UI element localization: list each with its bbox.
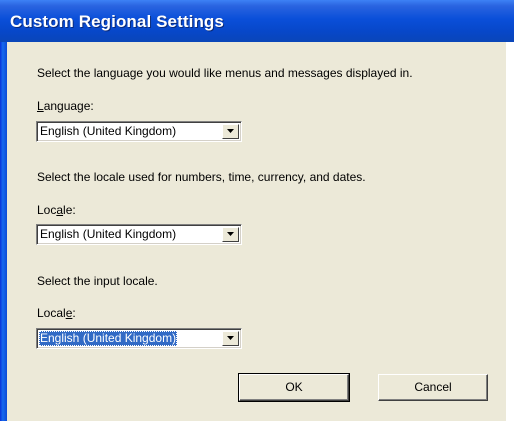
custom-regional-settings-dialog: Custom Regional Settings Select the lang… xyxy=(0,0,514,421)
locale-dropdown-value: English (United Kingdom) xyxy=(40,227,177,241)
locale-dropdown-button[interactable] xyxy=(222,227,239,242)
input-locale-dropdown-value: English (United Kingdom) xyxy=(39,331,178,346)
dialog-client-area: Select the language you would like menus… xyxy=(7,42,506,421)
ok-button[interactable]: OK xyxy=(238,373,350,402)
language-description: Select the language you would like menus… xyxy=(37,66,413,80)
input-locale-label-suffix: : xyxy=(72,306,76,320)
window-left-border xyxy=(0,42,7,421)
cancel-button[interactable]: Cancel xyxy=(378,374,488,401)
dialog-title: Custom Regional Settings xyxy=(10,12,224,31)
chevron-down-icon xyxy=(227,232,234,236)
chevron-down-icon xyxy=(227,129,234,133)
input-locale-description: Select the input locale. xyxy=(37,274,158,288)
input-locale-dropdown-button[interactable] xyxy=(222,331,239,346)
language-dropdown[interactable]: English (United Kingdom) xyxy=(36,121,242,142)
locale-label-suffix: le: xyxy=(63,203,76,217)
input-locale-label: Locale: xyxy=(37,306,76,320)
locale-description: Select the locale used for numbers, time… xyxy=(37,170,366,184)
language-label-accelerator: L xyxy=(37,99,44,113)
input-locale-dropdown[interactable]: English (United Kingdom) xyxy=(36,328,242,349)
title-bar[interactable]: Custom Regional Settings xyxy=(0,0,514,42)
locale-label-prefix: Loc xyxy=(37,203,57,217)
locale-label: Locale: xyxy=(37,203,76,217)
language-dropdown-button[interactable] xyxy=(222,124,239,139)
chevron-down-icon xyxy=(227,336,234,340)
language-label-suffix: anguage: xyxy=(43,99,94,113)
language-dropdown-value: English (United Kingdom) xyxy=(40,124,177,138)
window-right-edge xyxy=(506,42,514,421)
locale-dropdown[interactable]: English (United Kingdom) xyxy=(36,224,242,245)
input-locale-label-prefix: Local xyxy=(37,306,66,320)
language-label: Language: xyxy=(37,99,94,113)
